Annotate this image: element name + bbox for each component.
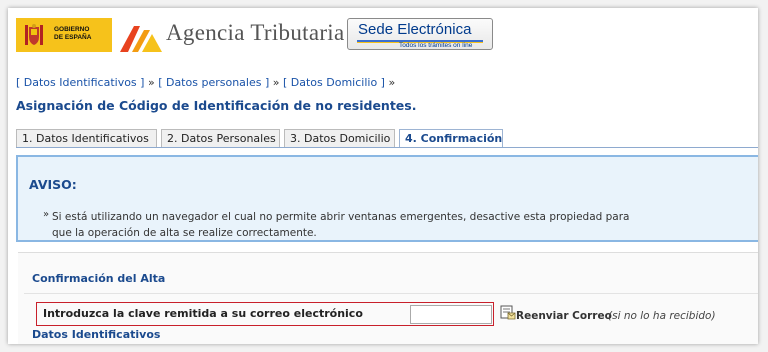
gobierno-logo[interactable]: GOBIERNO DE ESPAÑA bbox=[16, 18, 112, 52]
aviso-title: AVISO: bbox=[29, 177, 77, 192]
sede-electronica-button[interactable]: Sede Electrónica Todos los trámites on l… bbox=[347, 18, 493, 50]
tab-datos-personales[interactable]: 2. Datos Personales bbox=[161, 129, 280, 147]
electronica-word: Electrónica bbox=[397, 21, 472, 38]
sede-title: Sede Electrónica bbox=[358, 21, 471, 38]
datos-identificativos-header: Datos Identificativos bbox=[32, 328, 161, 341]
sede-subtitle: Todos los trámites on line bbox=[399, 42, 473, 49]
breadcrumb-datos-personales[interactable]: [ Datos personales ] bbox=[158, 76, 269, 89]
tab-datos-identificativos[interactable]: 1. Datos Identificativos bbox=[16, 129, 157, 147]
key-prompt-label: Introduzca la clave remitida a su correo… bbox=[43, 307, 363, 320]
coat-of-arms-icon bbox=[25, 24, 43, 45]
aviso-text: Si está utilizando un navegador el cual … bbox=[52, 211, 630, 239]
agency-title: Agencia Tributaria bbox=[166, 20, 345, 45]
agencia-tributaria-logo-icon[interactable] bbox=[118, 18, 164, 58]
page-frame: GOBIERNO DE ESPAÑA Agencia Tributaria Se… bbox=[8, 8, 758, 344]
sede-word: Sede bbox=[358, 21, 398, 38]
aviso-bullet: » bbox=[43, 209, 50, 220]
tab-confirmacion[interactable]: 4. Confirmación bbox=[399, 129, 503, 148]
gobierno-text: GOBIERNO DE ESPAÑA bbox=[54, 26, 91, 42]
resend-note: (si no lo ha recibido) bbox=[608, 310, 716, 322]
breadcrumb-separator: » bbox=[272, 76, 280, 89]
aviso-notice: AVISO: » Si está utilizando un navegador… bbox=[16, 155, 758, 242]
gobierno-line-1: GOBIERNO bbox=[54, 26, 90, 33]
breadcrumb-separator: » bbox=[388, 76, 396, 89]
gobierno-line-2: DE ESPAÑA bbox=[54, 34, 92, 41]
resend-mail-icon[interactable] bbox=[500, 304, 516, 320]
site-header: GOBIERNO DE ESPAÑA Agencia Tributaria Se… bbox=[8, 8, 758, 60]
breadcrumb: [ Datos Identificativos ] » [ Datos pers… bbox=[16, 76, 395, 89]
tab-underline bbox=[16, 147, 758, 148]
breadcrumb-separator: » bbox=[147, 76, 155, 89]
resend-email-link[interactable]: Reenviar Correo bbox=[516, 310, 612, 322]
tab-datos-domicilio[interactable]: 3. Datos Domicilio bbox=[284, 129, 395, 147]
breadcrumb-datos-identificativos[interactable]: [ Datos Identificativos ] bbox=[16, 76, 144, 89]
breadcrumb-datos-domicilio[interactable]: [ Datos Domicilio ] bbox=[283, 76, 385, 89]
confirmation-header: Confirmación del Alta bbox=[32, 272, 166, 285]
key-input[interactable] bbox=[410, 305, 492, 324]
page-title: Asignación de Código de Identificación d… bbox=[16, 98, 417, 113]
section-divider bbox=[24, 293, 758, 294]
